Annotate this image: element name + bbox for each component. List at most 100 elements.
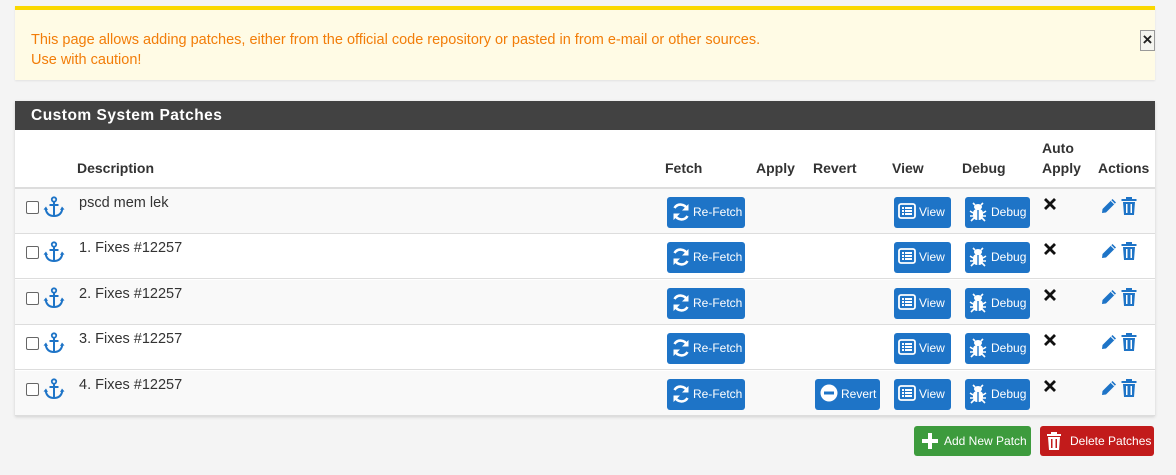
- debug-label: Debug: [991, 296, 1027, 310]
- row-description: pscd mem lek: [79, 195, 169, 211]
- row-description: 2. Fixes #12257: [79, 286, 183, 302]
- list-icon: [898, 294, 916, 310]
- list-icon: [898, 203, 916, 219]
- refresh-icon: [673, 203, 689, 221]
- refetch-button[interactable]: Re-Fetch: [667, 333, 745, 364]
- row-description: 4. Fixes #12257: [79, 377, 183, 393]
- anchor-icon: [43, 332, 65, 354]
- row-anchor-handle[interactable]: [43, 196, 65, 218]
- view-label: View: [919, 341, 945, 355]
- refetch-label: Re-Fetch: [693, 387, 743, 401]
- anchor-icon: [43, 287, 65, 309]
- trash-icon[interactable]: [1120, 288, 1138, 306]
- pencil-icon[interactable]: [1100, 288, 1118, 306]
- refetch-button[interactable]: Re-Fetch: [667, 242, 745, 273]
- pencil-icon[interactable]: [1100, 333, 1118, 351]
- col-auto-apply-line-2: Apply: [1042, 160, 1081, 176]
- trash-icon: [1047, 432, 1061, 450]
- refresh-icon: [673, 385, 689, 403]
- debug-label: Debug: [991, 205, 1027, 219]
- debug-button[interactable]: Debug: [965, 197, 1030, 228]
- row-checkbox[interactable]: [26, 292, 39, 305]
- x-icon: [1043, 242, 1057, 256]
- refetch-label: Re-Fetch: [693, 250, 743, 264]
- view-label: View: [919, 205, 945, 219]
- refetch-label: Re-Fetch: [693, 341, 743, 355]
- revert-button[interactable]: Revert: [815, 379, 880, 410]
- view-button[interactable]: View: [894, 197, 951, 228]
- refetch-button[interactable]: Re-Fetch: [667, 197, 745, 228]
- debug-label: Debug: [991, 341, 1027, 355]
- view-button[interactable]: View: [894, 333, 951, 364]
- bug-icon: [969, 293, 987, 313]
- row-checkbox[interactable]: [26, 201, 39, 214]
- row-description: 3. Fixes #12257: [79, 331, 183, 347]
- col-apply: Apply: [756, 160, 795, 176]
- table-row: pscd mem lek Re-Fetch View Debug: [15, 189, 1155, 234]
- list-icon: [898, 339, 916, 355]
- view-button[interactable]: View: [894, 379, 951, 410]
- pencil-icon[interactable]: [1100, 379, 1118, 397]
- warning-alert: This page allows adding patches, either …: [15, 6, 1155, 80]
- table-row: 1. Fixes #12257 Re-Fetch View Debug: [15, 234, 1155, 279]
- view-button[interactable]: View: [894, 242, 951, 273]
- delete-patches-label: Delete Patches: [1070, 434, 1152, 448]
- table-row: 3. Fixes #12257 Re-Fetch View Debug: [15, 325, 1155, 370]
- alert-message: This page allows adding patches, either …: [31, 30, 760, 70]
- col-revert: Revert: [813, 160, 857, 176]
- table-row: 4. Fixes #12257 Re-Fetch Revert View Debug: [15, 371, 1155, 416]
- row-checkbox[interactable]: [26, 246, 39, 259]
- debug-button[interactable]: Debug: [965, 379, 1030, 410]
- bug-icon: [969, 247, 987, 267]
- view-label: View: [919, 250, 945, 264]
- view-button[interactable]: View: [894, 288, 951, 319]
- col-description: Description: [77, 160, 155, 176]
- trash-icon[interactable]: [1120, 379, 1138, 397]
- revert-label: Revert: [841, 387, 877, 401]
- debug-label: Debug: [991, 250, 1027, 264]
- row-checkbox[interactable]: [26, 337, 39, 350]
- view-label: View: [919, 296, 945, 310]
- row-anchor-handle[interactable]: [43, 241, 65, 263]
- col-auto-apply: Auto Apply: [1042, 138, 1081, 178]
- col-fetch: Fetch: [665, 160, 703, 176]
- anchor-icon: [43, 241, 65, 263]
- pencil-icon[interactable]: [1100, 242, 1118, 260]
- pencil-icon[interactable]: [1100, 197, 1118, 215]
- refresh-icon: [673, 339, 689, 357]
- debug-button[interactable]: Debug: [965, 333, 1030, 364]
- minus-circle-icon: [820, 384, 838, 402]
- x-icon: [1043, 197, 1057, 211]
- panel-title: Custom System Patches: [15, 101, 1155, 130]
- row-checkbox[interactable]: [26, 383, 39, 396]
- patches-panel: Custom System Patches Description Fetch …: [15, 101, 1155, 416]
- x-icon: [1043, 333, 1057, 347]
- view-label: View: [919, 387, 945, 401]
- alert-close-button[interactable]: ×: [1140, 30, 1155, 51]
- alert-line-1: This page allows adding patches, either …: [31, 32, 761, 48]
- debug-button[interactable]: Debug: [965, 288, 1030, 319]
- bug-icon: [969, 338, 987, 358]
- trash-icon[interactable]: [1120, 197, 1138, 215]
- x-icon: [1043, 379, 1057, 393]
- list-icon: [898, 385, 916, 401]
- add-new-patch-button[interactable]: Add New Patch: [914, 426, 1031, 456]
- trash-icon[interactable]: [1120, 333, 1138, 351]
- delete-patches-button[interactable]: Delete Patches: [1040, 426, 1154, 456]
- col-view: View: [892, 160, 924, 176]
- trash-icon[interactable]: [1120, 242, 1138, 260]
- row-anchor-handle[interactable]: [43, 378, 65, 400]
- x-icon: [1043, 288, 1057, 302]
- debug-button[interactable]: Debug: [965, 242, 1030, 273]
- refresh-icon: [673, 294, 689, 312]
- col-actions: Actions: [1098, 160, 1150, 176]
- col-auto-apply-line-1: Auto: [1042, 140, 1074, 156]
- bug-icon: [969, 202, 987, 222]
- row-anchor-handle[interactable]: [43, 332, 65, 354]
- row-anchor-handle[interactable]: [43, 287, 65, 309]
- row-description: 1. Fixes #12257: [79, 240, 183, 256]
- refetch-button[interactable]: Re-Fetch: [667, 379, 745, 410]
- refetch-button[interactable]: Re-Fetch: [667, 288, 745, 319]
- anchor-icon: [43, 196, 65, 218]
- bug-icon: [969, 384, 987, 404]
